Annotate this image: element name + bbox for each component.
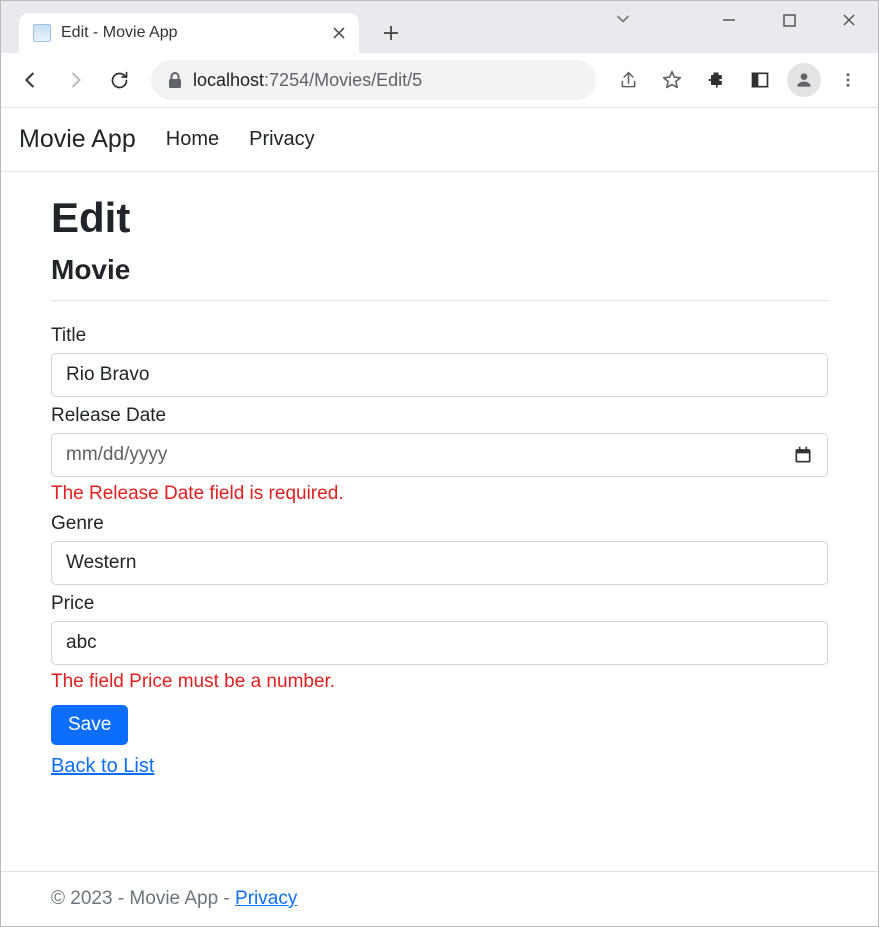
nav-back-button[interactable]: [13, 62, 49, 98]
release-date-placeholder: mm/dd/yyyy: [66, 444, 167, 466]
browser-tab[interactable]: Edit - Movie App: [19, 13, 359, 53]
calendar-icon[interactable]: [793, 445, 813, 465]
kebab-menu-icon[interactable]: [830, 62, 866, 98]
window-minimize-button[interactable]: [699, 0, 759, 40]
title-label: Title: [51, 325, 828, 347]
share-icon[interactable]: [610, 62, 646, 98]
page-viewport: Movie App Home Privacy Edit Movie Title …: [1, 108, 878, 926]
release-date-input[interactable]: mm/dd/yyyy: [51, 433, 828, 477]
page-title: Edit: [51, 194, 828, 242]
divider: [51, 300, 828, 301]
lock-icon: [167, 71, 183, 89]
price-label: Price: [51, 593, 828, 615]
brand-link[interactable]: Movie App: [19, 125, 136, 154]
window-close-button[interactable]: [819, 0, 879, 40]
nav-link-home[interactable]: Home: [166, 128, 219, 151]
genre-label: Genre: [51, 513, 828, 535]
release-date-error: The Release Date field is required.: [51, 483, 828, 505]
back-to-list-link[interactable]: Back to List: [51, 755, 154, 778]
profile-avatar[interactable]: [786, 62, 822, 98]
title-input[interactable]: [51, 353, 828, 397]
chevron-down-icon[interactable]: [613, 9, 633, 29]
favicon-icon: [33, 24, 51, 42]
price-input[interactable]: [51, 621, 828, 665]
nav-link-privacy[interactable]: Privacy: [249, 128, 315, 151]
save-button[interactable]: Save: [51, 705, 128, 745]
side-panel-icon[interactable]: [742, 62, 778, 98]
browser-chrome: Edit - Movie App localhost:7254/Movies/E…: [1, 1, 878, 108]
tab-title: Edit - Movie App: [61, 24, 323, 42]
site-navbar: Movie App Home Privacy: [1, 108, 878, 172]
tab-close-button[interactable]: [333, 27, 345, 39]
release-date-label: Release Date: [51, 405, 828, 427]
new-tab-button[interactable]: [371, 13, 411, 53]
reload-button[interactable]: [101, 62, 137, 98]
page-subtitle: Movie: [51, 254, 828, 286]
price-error: The field Price must be a number.: [51, 671, 828, 693]
extensions-icon[interactable]: [698, 62, 734, 98]
url-text: localhost:7254/Movies/Edit/5: [193, 70, 422, 91]
address-bar[interactable]: localhost:7254/Movies/Edit/5: [151, 60, 596, 100]
window-maximize-button[interactable]: [759, 0, 819, 40]
bookmark-star-icon[interactable]: [654, 62, 690, 98]
page-footer: © 2023 - Movie App - Privacy: [1, 871, 878, 926]
nav-forward-button[interactable]: [57, 62, 93, 98]
footer-text: © 2023 - Movie App -: [51, 888, 235, 909]
genre-input[interactable]: [51, 541, 828, 585]
footer-privacy-link[interactable]: Privacy: [235, 888, 297, 909]
